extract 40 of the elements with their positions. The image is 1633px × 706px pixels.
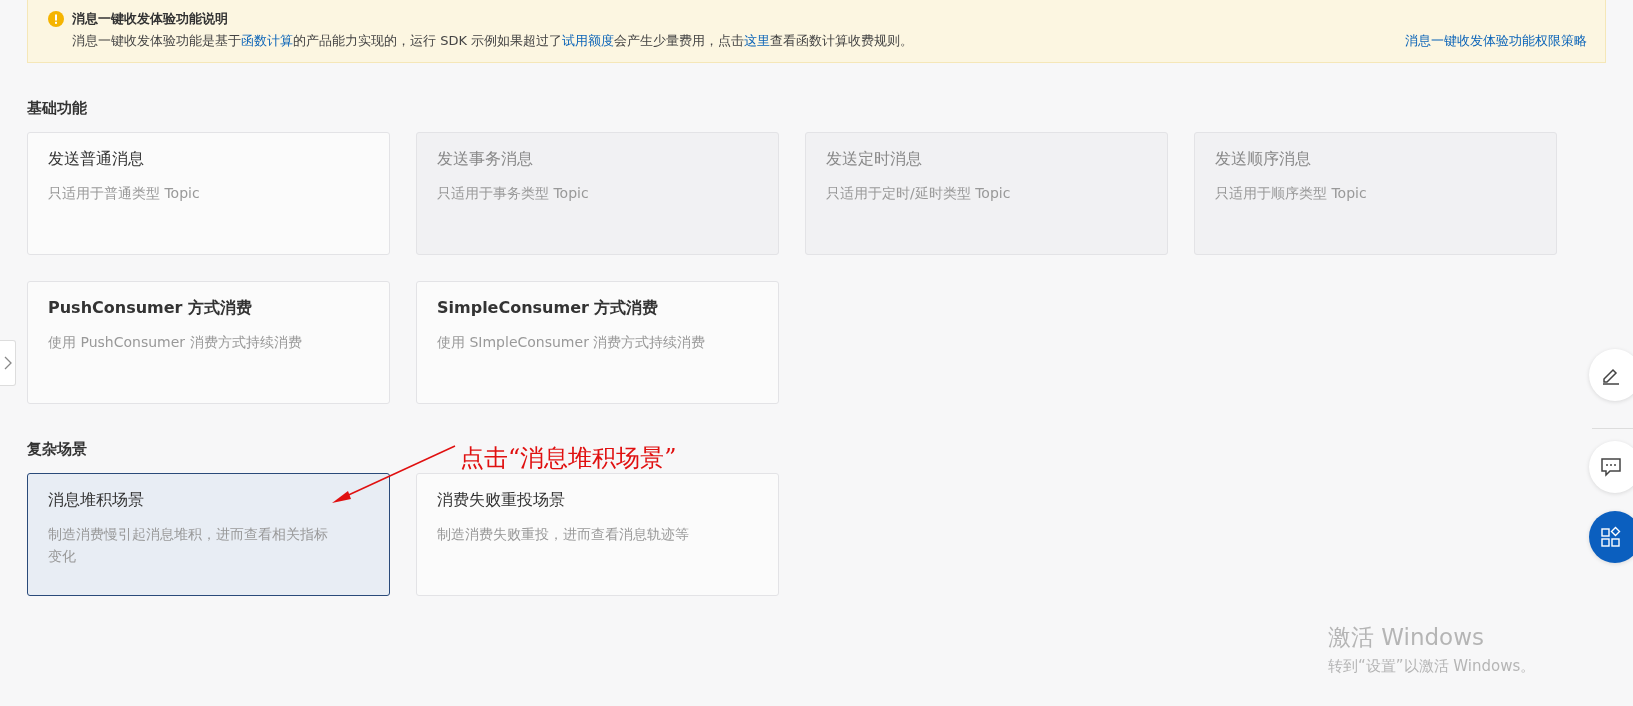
sidebar-toggle[interactable] xyxy=(0,340,16,386)
warning-icon xyxy=(48,11,64,27)
notice-link[interactable]: 函数计算 xyxy=(241,33,293,48)
card-title: SimpleConsumer 方式消费 xyxy=(437,298,660,319)
section-title: 基础功能 xyxy=(27,99,87,118)
activation-title: 激活 Windows xyxy=(1328,623,1485,652)
card-description: 制造消费失败重投，进而查看消息轨迹等 xyxy=(437,525,690,544)
chat-icon xyxy=(1600,456,1622,478)
card-description: 只适用于定时/延时类型 Topic xyxy=(826,184,1012,203)
edit-button[interactable] xyxy=(1589,349,1633,401)
card-title: 发送事务消息 xyxy=(437,149,534,170)
feedback-button[interactable] xyxy=(1589,441,1633,493)
scenario-card[interactable]: 消息堆积场景 制造消费慢引起消息堆积，进而查看相关指标变化 xyxy=(27,473,390,596)
notice-text: 消息一键收发体验功能是基于函数计算的产品能力实现的，运行 SDK 示例如果超过了试用额度会产生少量费用，点击这里查看函数计算收费规则。 xyxy=(72,32,914,50)
card-title: 发送普通消息 xyxy=(48,149,145,170)
card-title: 消费失败重投场景 xyxy=(437,490,566,511)
card-description: 使用 SImpleConsumer 消费方式持续消费 xyxy=(437,333,707,352)
card-description: 使用 PushConsumer 消费方式持续消费 xyxy=(48,333,303,352)
notice-title: 消息一键收发体验功能说明 xyxy=(72,10,229,28)
card-title: 发送定时消息 xyxy=(826,149,923,170)
card-title: PushConsumer 方式消费 xyxy=(48,298,254,319)
scenario-card[interactable]: 发送普通消息 只适用于普通类型 Topic xyxy=(27,132,390,255)
section-title: 复杂场景 xyxy=(27,440,87,459)
notice-link[interactable]: 这里 xyxy=(744,33,771,48)
card-description: 只适用于事务类型 Topic xyxy=(437,184,590,203)
card-description: 只适用于顺序类型 Topic xyxy=(1215,184,1368,203)
apps-button[interactable] xyxy=(1589,511,1633,563)
card-description: 制造消费慢引起消息堆积，进而查看相关指标变化 xyxy=(48,525,329,566)
activation-subtitle: 转到“设置”以激活 Windows。 xyxy=(1328,657,1536,676)
chevron-right-icon xyxy=(3,356,12,370)
notice-link[interactable]: 试用额度 xyxy=(562,33,615,48)
card-title: 消息堆积场景 xyxy=(48,490,145,511)
annotation-text: 点击“消息堆积场景” xyxy=(460,443,677,474)
scenario-card[interactable]: SimpleConsumer 方式消费 使用 SImpleConsumer 消费方式持续消费 xyxy=(416,281,779,404)
policy-link[interactable]: 消息一键收发体验功能权限策略 xyxy=(1405,32,1587,50)
scenario-card[interactable]: 消费失败重投场景 制造消费失败重投，进而查看消息轨迹等 xyxy=(416,473,779,596)
card-title: 发送顺序消息 xyxy=(1215,149,1312,170)
scenario-card[interactable]: PushConsumer 方式消费 使用 PushConsumer 消费方式持续消费 xyxy=(27,281,390,404)
card-description: 只适用于普通类型 Topic xyxy=(48,184,201,203)
grid-icon xyxy=(1600,526,1622,548)
